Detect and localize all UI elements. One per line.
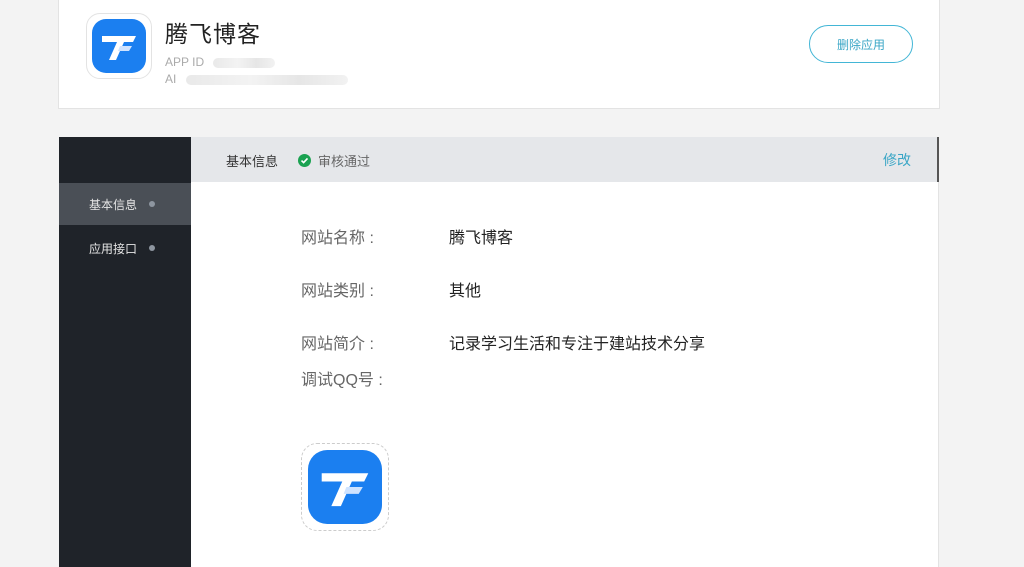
app-key-redacted [185,74,348,85]
app-id-row: APP ID [165,55,276,69]
sidebar-item-label: 应用接口 [89,241,138,256]
sidebar-item-label: 基本信息 [89,197,138,212]
app-name: 腾飞博客 [165,21,261,47]
app-logo-icon [86,13,152,79]
sidebar-item-app-interface[interactable]: 应用接口 [59,227,191,269]
status-text: 审核通过 [318,154,371,169]
field-label-site-category: 网站类别 : [301,283,374,300]
basic-info-content: 网站名称 : 腾飞博客 网站类别 : 其他 网站简介 : 记录学习生活和专注于建… [191,182,939,567]
app-id-label: APP ID [165,55,205,69]
section-header: 基本信息 审核通过 修改 [191,137,939,182]
app-detail-panel: 基本信息 应用接口 基本信息 审核通过 修改 网站名称 : 腾飞博客 网站类别 … [59,137,939,567]
dot-icon [149,245,156,251]
field-value-site-intro: 记录学习生活和专注于建站技术分享 [449,336,706,353]
sidebar: 基本信息 应用接口 [59,137,191,567]
edit-link[interactable]: 修改 [883,150,911,170]
field-label-site-intro: 网站简介 : [301,336,374,353]
field-value-site-category: 其他 [449,283,482,300]
app-info-card: 腾飞博客 APP ID AI 删除应用 [58,0,940,109]
dot-icon [149,201,156,207]
app-logo-icon [301,443,389,531]
check-circle-icon [298,154,311,167]
app-key-label: AI [165,72,177,86]
field-label-site-name: 网站名称 : [301,230,374,247]
sidebar-item-basic-info[interactable]: 基本信息 [59,183,191,225]
app-key-row: AI [165,72,348,86]
field-value-site-name: 腾飞博客 [449,230,514,247]
field-label-debug-qq: 调试QQ号 : [301,372,383,389]
delete-app-button[interactable]: 删除应用 [809,25,913,63]
status-badge: 审核通过 [298,151,370,170]
section-title: 基本信息 [226,154,279,169]
app-id-redacted [213,57,276,68]
